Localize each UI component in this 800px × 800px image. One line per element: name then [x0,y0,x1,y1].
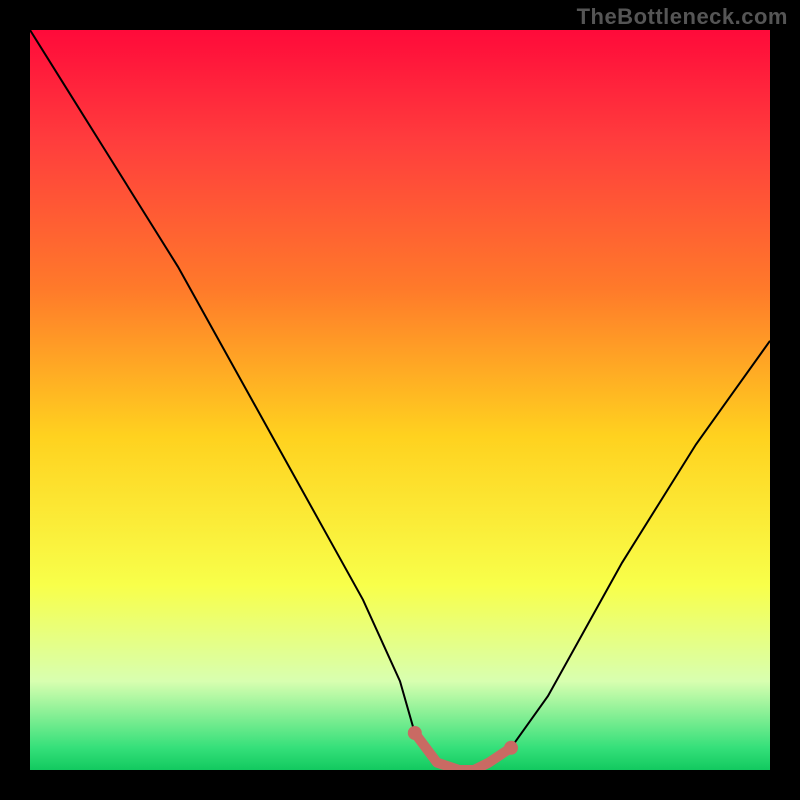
highlight-dot [408,726,422,740]
chart-svg [30,30,770,770]
watermark-label: TheBottleneck.com [577,4,788,30]
bottleneck-chart [30,30,770,770]
chart-frame: TheBottleneck.com [0,0,800,800]
gradient-background [30,30,770,770]
highlight-dot [504,741,518,755]
